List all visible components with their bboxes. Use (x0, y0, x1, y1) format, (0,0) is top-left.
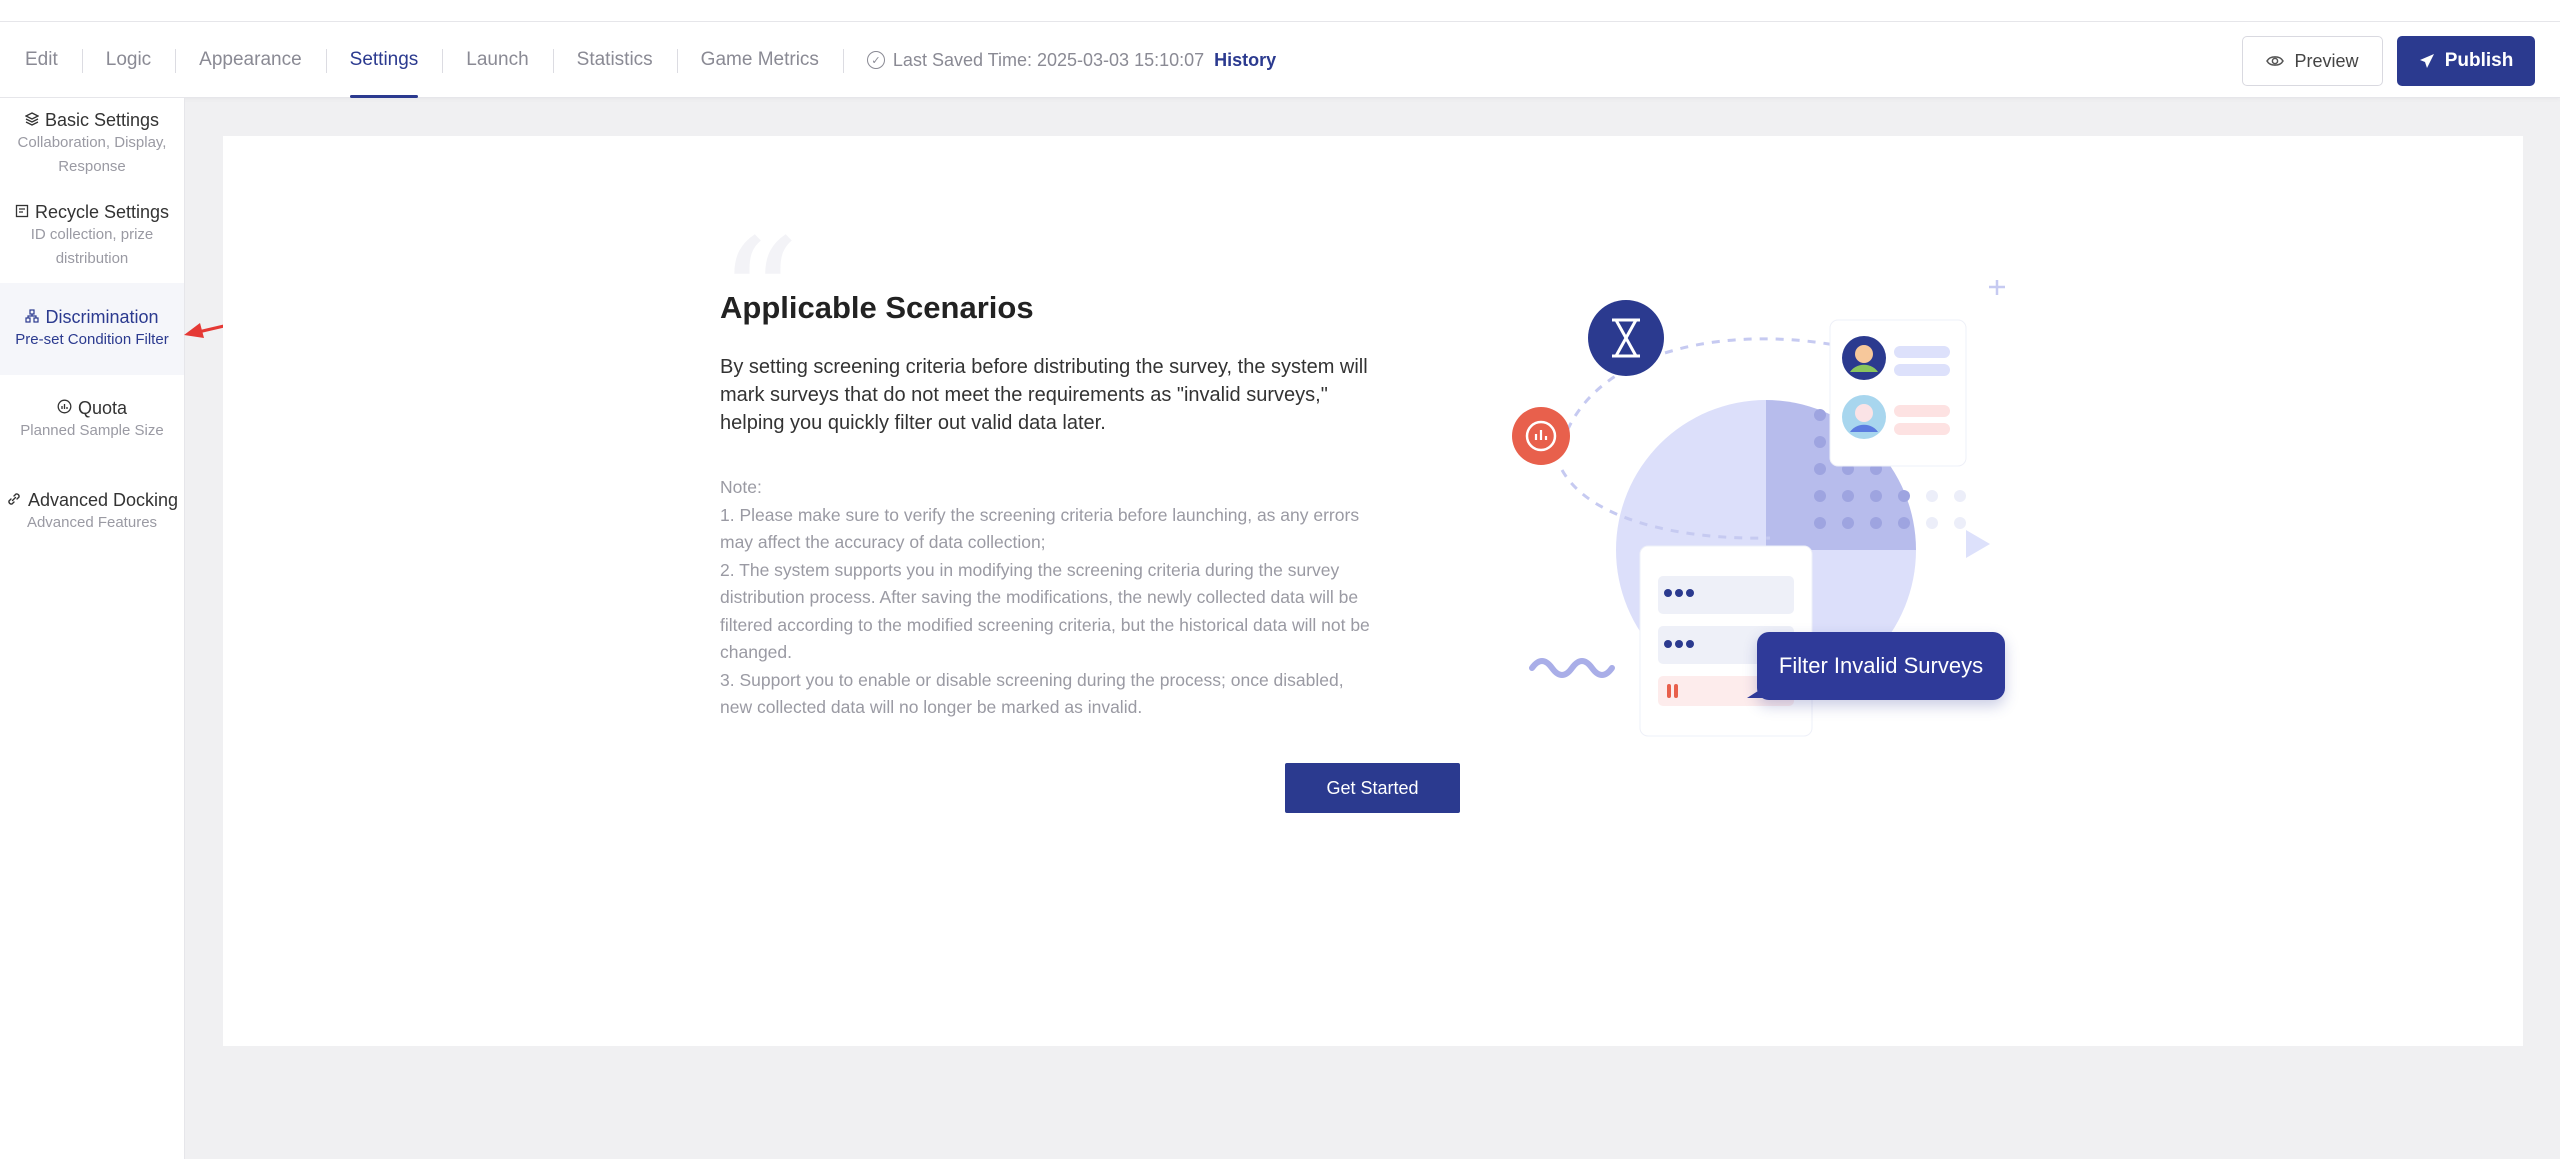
sidebar-item-sub: Collaboration, Display, Response (17, 134, 167, 175)
header-bar: Edit Logic Appearance Settings Launch St… (0, 22, 2560, 98)
sidebar-item-basic-settings[interactable]: Basic Settings Collaboration, Display, R… (0, 110, 184, 179)
sidebar-item-label: Basic Settings (44, 110, 160, 130)
sidebar-item-recycle-settings[interactable]: Recycle Settings ID collection, prize di… (0, 202, 184, 271)
sidebar-item-label: Discrimination (45, 307, 159, 327)
sidebar-item-advanced-docking[interactable]: Advanced Docking Advanced Features (0, 490, 184, 535)
sidebar-item-sub: Advanced Features (26, 514, 158, 531)
last-saved-text: Last Saved Time: 2025-03-03 15:10:07 (892, 49, 1205, 70)
tab-logic[interactable]: Logic (81, 22, 175, 98)
page-title: Applicable Scenarios (720, 290, 1034, 325)
hierarchy-icon (25, 308, 40, 327)
top-strip (0, 0, 2560, 22)
tab-appearance[interactable]: Appearance (175, 22, 325, 98)
sidebar-item-discrimination[interactable]: Discrimination Pre-set Condition Filter (0, 283, 184, 375)
sidebar-item-label: Advanced Docking (27, 490, 179, 510)
check-circle-icon: ✓ (866, 51, 885, 69)
tab-statistics[interactable]: Statistics (552, 22, 677, 98)
publish-label: Publish (2444, 50, 2514, 71)
settings-sidebar: Basic Settings Collaboration, Display, R… (0, 98, 185, 1159)
tab-edit[interactable]: Edit (0, 22, 82, 98)
preview-button[interactable]: Preview (2242, 36, 2383, 86)
recycle-icon (15, 204, 29, 222)
get-started-button[interactable]: Get Started (1285, 763, 1460, 813)
layers-icon (24, 111, 40, 130)
history-link[interactable]: History (1214, 50, 1276, 71)
preview-label: Preview (2294, 50, 2359, 71)
sidebar-item-sub: ID collection, prize distribution (30, 226, 154, 267)
tab-settings[interactable]: Settings (325, 22, 443, 98)
note-label: Note: (720, 477, 762, 497)
note-item: 1. Please make sure to verify the screen… (720, 504, 1360, 553)
sidebar-item-sub: Planned Sample Size (20, 422, 164, 439)
tab-launch[interactable]: Launch (442, 22, 552, 98)
sidebar-item-label: Quota (77, 398, 128, 418)
last-saved-status: ✓ Last Saved Time: 2025-03-03 15:10:07 H… (842, 22, 1276, 98)
quota-icon (57, 399, 72, 418)
sidebar-item-label: Recycle Settings (34, 202, 170, 222)
sidebar-item-sub: Pre-set Condition Filter (15, 331, 169, 348)
tab-game-metrics[interactable]: Game Metrics (676, 22, 843, 98)
notes-block: Note: 1. Please make sure to verify the … (720, 474, 1380, 722)
note-item: 2. The system supports you in modifying … (720, 559, 1370, 663)
eye-icon (2266, 56, 2285, 66)
publish-button[interactable]: Publish (2397, 36, 2535, 86)
link-icon (6, 491, 22, 511)
sidebar-item-quota[interactable]: Quota Planned Sample Size (0, 398, 184, 443)
note-item: 3. Support you to enable or disable scre… (720, 669, 1344, 718)
nav-tabs: Edit Logic Appearance Settings Launch St… (0, 22, 1276, 98)
send-icon (2419, 54, 2434, 68)
scenario-description: By setting screening criteria before dis… (720, 356, 1368, 434)
filter-invalid-surveys-label: Filter Invalid Surveys (1747, 632, 2005, 700)
